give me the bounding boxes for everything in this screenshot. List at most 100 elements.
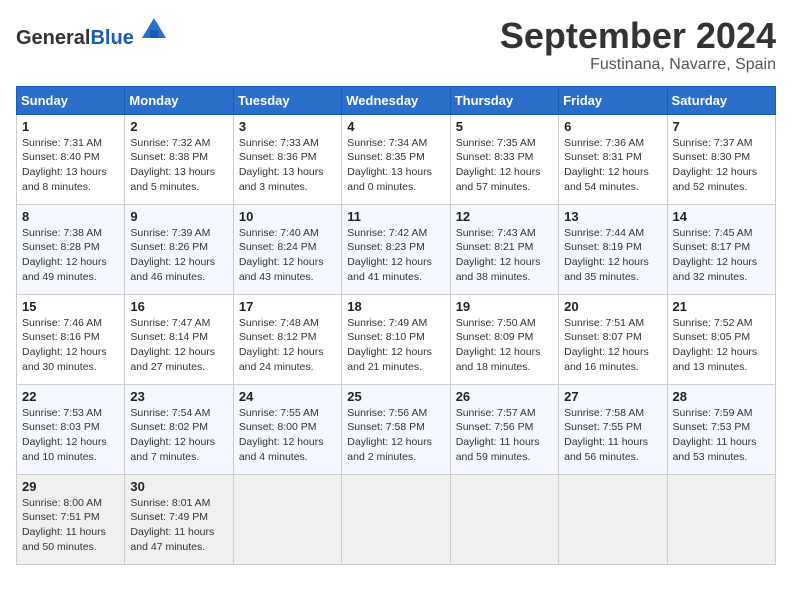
weekday-header-monday: Monday (125, 86, 233, 114)
calendar-cell: 19 Sunrise: 7:50 AMSunset: 8:09 PMDayligh… (450, 294, 558, 384)
cell-detail: Sunrise: 7:39 AMSunset: 8:26 PMDaylight:… (130, 226, 227, 285)
day-number: 11 (347, 209, 444, 224)
weekday-header-thursday: Thursday (450, 86, 558, 114)
calendar-week-1: 1 Sunrise: 7:31 AMSunset: 8:40 PMDaylight… (17, 114, 776, 204)
day-number: 22 (22, 389, 119, 404)
day-number: 25 (347, 389, 444, 404)
cell-detail: Sunrise: 7:46 AMSunset: 8:16 PMDaylight:… (22, 316, 119, 375)
day-number: 15 (22, 299, 119, 314)
cell-detail: Sunrise: 7:38 AMSunset: 8:28 PMDaylight:… (22, 226, 119, 285)
day-number: 27 (564, 389, 661, 404)
cell-detail: Sunrise: 7:50 AMSunset: 8:09 PMDaylight:… (456, 316, 553, 375)
calendar-week-3: 15 Sunrise: 7:46 AMSunset: 8:16 PMDayligh… (17, 294, 776, 384)
calendar-cell: 7 Sunrise: 7:37 AMSunset: 8:30 PMDaylight… (667, 114, 775, 204)
calendar-cell (233, 474, 341, 564)
cell-detail: Sunrise: 7:37 AMSunset: 8:30 PMDaylight:… (673, 136, 770, 195)
cell-detail: Sunrise: 7:43 AMSunset: 8:21 PMDaylight:… (456, 226, 553, 285)
day-number: 21 (673, 299, 770, 314)
cell-detail: Sunrise: 7:56 AMSunset: 7:58 PMDaylight:… (347, 406, 444, 465)
cell-detail: Sunrise: 7:34 AMSunset: 8:35 PMDaylight:… (347, 136, 444, 195)
day-number: 10 (239, 209, 336, 224)
day-number: 12 (456, 209, 553, 224)
cell-detail: Sunrise: 7:53 AMSunset: 8:03 PMDaylight:… (22, 406, 119, 465)
cell-detail: Sunrise: 7:36 AMSunset: 8:31 PMDaylight:… (564, 136, 661, 195)
cell-detail: Sunrise: 7:33 AMSunset: 8:36 PMDaylight:… (239, 136, 336, 195)
day-number: 13 (564, 209, 661, 224)
calendar-cell: 8 Sunrise: 7:38 AMSunset: 8:28 PMDaylight… (17, 204, 125, 294)
calendar-cell: 20 Sunrise: 7:51 AMSunset: 8:07 PMDayligh… (559, 294, 667, 384)
cell-detail: Sunrise: 7:57 AMSunset: 7:56 PMDaylight:… (456, 406, 553, 465)
cell-detail: Sunrise: 7:35 AMSunset: 8:33 PMDaylight:… (456, 136, 553, 195)
calendar-cell: 9 Sunrise: 7:39 AMSunset: 8:26 PMDaylight… (125, 204, 233, 294)
logo-blue: Blue (90, 27, 133, 49)
day-number: 28 (673, 389, 770, 404)
day-number: 14 (673, 209, 770, 224)
weekday-header-row: SundayMondayTuesdayWednesdayThursdayFrid… (17, 86, 776, 114)
day-number: 8 (22, 209, 119, 224)
calendar-cell (342, 474, 450, 564)
calendar-cell: 28 Sunrise: 7:59 AMSunset: 7:53 PMDayligh… (667, 384, 775, 474)
calendar-cell: 26Sunrise: 7:57 AMSunset: 7:56 PMDayligh… (450, 384, 558, 474)
title-block: September 2024 Fustinana, Navarre, Spain (500, 16, 776, 74)
cell-detail: Sunrise: 7:47 AMSunset: 8:14 PMDaylight:… (130, 316, 227, 375)
calendar-cell: 12 Sunrise: 7:43 AMSunset: 8:21 PMDayligh… (450, 204, 558, 294)
day-number: 9 (130, 209, 227, 224)
calendar-cell: 25 Sunrise: 7:56 AMSunset: 7:58 PMDayligh… (342, 384, 450, 474)
cell-detail: Sunrise: 7:31 AMSunset: 8:40 PMDaylight:… (22, 136, 119, 195)
calendar-cell: 10 Sunrise: 7:40 AMSunset: 8:24 PMDayligh… (233, 204, 341, 294)
calendar-cell (667, 474, 775, 564)
calendar-cell: 13 Sunrise: 7:44 AMSunset: 8:19 PMDayligh… (559, 204, 667, 294)
page-header: GeneralBlue September 2024 Fustinana, Na… (16, 16, 776, 74)
calendar-cell: 5 Sunrise: 7:35 AMSunset: 8:33 PMDaylight… (450, 114, 558, 204)
day-number: 20 (564, 299, 661, 314)
calendar-cell: 24 Sunrise: 7:55 AMSunset: 8:00 PMDayligh… (233, 384, 341, 474)
calendar-cell: 29 Sunrise: 8:00 AMSunset: 7:51 PMDayligh… (17, 474, 125, 564)
calendar-week-2: 8 Sunrise: 7:38 AMSunset: 8:28 PMDaylight… (17, 204, 776, 294)
cell-detail: Sunrise: 7:54 AMSunset: 8:02 PMDaylight:… (130, 406, 227, 465)
day-number: 23 (130, 389, 227, 404)
calendar-cell (450, 474, 558, 564)
calendar-cell: 17Sunrise: 7:48 AMSunset: 8:12 PMDayligh… (233, 294, 341, 384)
cell-detail: Sunrise: 7:48 AMSunset: 8:12 PMDaylight:… (239, 316, 336, 375)
calendar-cell: 23 Sunrise: 7:54 AMSunset: 8:02 PMDayligh… (125, 384, 233, 474)
calendar-cell: 14Sunrise: 7:45 AMSunset: 8:17 PMDayligh… (667, 204, 775, 294)
day-number: 1 (22, 119, 119, 134)
calendar-cell: 30Sunrise: 8:01 AMSunset: 7:49 PMDayligh… (125, 474, 233, 564)
day-number: 4 (347, 119, 444, 134)
calendar-week-5: 29 Sunrise: 8:00 AMSunset: 7:51 PMDayligh… (17, 474, 776, 564)
logo: GeneralBlue (16, 16, 168, 50)
day-number: 19 (456, 299, 553, 314)
cell-detail: Sunrise: 8:00 AMSunset: 7:51 PMDaylight:… (22, 496, 119, 555)
calendar-cell: 11 Sunrise: 7:42 AMSunset: 8:23 PMDayligh… (342, 204, 450, 294)
cell-detail: Sunrise: 7:51 AMSunset: 8:07 PMDaylight:… (564, 316, 661, 375)
weekday-header-sunday: Sunday (17, 86, 125, 114)
cell-detail: Sunrise: 7:42 AMSunset: 8:23 PMDaylight:… (347, 226, 444, 285)
calendar-cell (559, 474, 667, 564)
day-number: 2 (130, 119, 227, 134)
cell-detail: Sunrise: 8:01 AMSunset: 7:49 PMDaylight:… (130, 496, 227, 555)
day-number: 5 (456, 119, 553, 134)
calendar-cell: 22 Sunrise: 7:53 AMSunset: 8:03 PMDayligh… (17, 384, 125, 474)
day-number: 24 (239, 389, 336, 404)
cell-detail: Sunrise: 7:59 AMSunset: 7:53 PMDaylight:… (673, 406, 770, 465)
cell-detail: Sunrise: 7:40 AMSunset: 8:24 PMDaylight:… (239, 226, 336, 285)
calendar-cell: 16Sunrise: 7:47 AMSunset: 8:14 PMDayligh… (125, 294, 233, 384)
cell-detail: Sunrise: 7:58 AMSunset: 7:55 PMDaylight:… (564, 406, 661, 465)
cell-detail: Sunrise: 7:49 AMSunset: 8:10 PMDaylight:… (347, 316, 444, 375)
cell-detail: Sunrise: 7:44 AMSunset: 8:19 PMDaylight:… (564, 226, 661, 285)
calendar-cell: 27 Sunrise: 7:58 AMSunset: 7:55 PMDayligh… (559, 384, 667, 474)
calendar-cell: 18 Sunrise: 7:49 AMSunset: 8:10 PMDayligh… (342, 294, 450, 384)
calendar-cell: 21Sunrise: 7:52 AMSunset: 8:05 PMDayligh… (667, 294, 775, 384)
calendar-cell: 1 Sunrise: 7:31 AMSunset: 8:40 PMDaylight… (17, 114, 125, 204)
day-number: 6 (564, 119, 661, 134)
weekday-header-saturday: Saturday (667, 86, 775, 114)
logo-general: General (16, 27, 90, 49)
weekday-header-tuesday: Tuesday (233, 86, 341, 114)
calendar-table: SundayMondayTuesdayWednesdayThursdayFrid… (16, 86, 776, 565)
cell-detail: Sunrise: 7:55 AMSunset: 8:00 PMDaylight:… (239, 406, 336, 465)
day-number: 7 (673, 119, 770, 134)
calendar-cell: 6 Sunrise: 7:36 AMSunset: 8:31 PMDaylight… (559, 114, 667, 204)
day-number: 18 (347, 299, 444, 314)
day-number: 29 (22, 479, 119, 494)
calendar-cell: 15 Sunrise: 7:46 AMSunset: 8:16 PMDayligh… (17, 294, 125, 384)
